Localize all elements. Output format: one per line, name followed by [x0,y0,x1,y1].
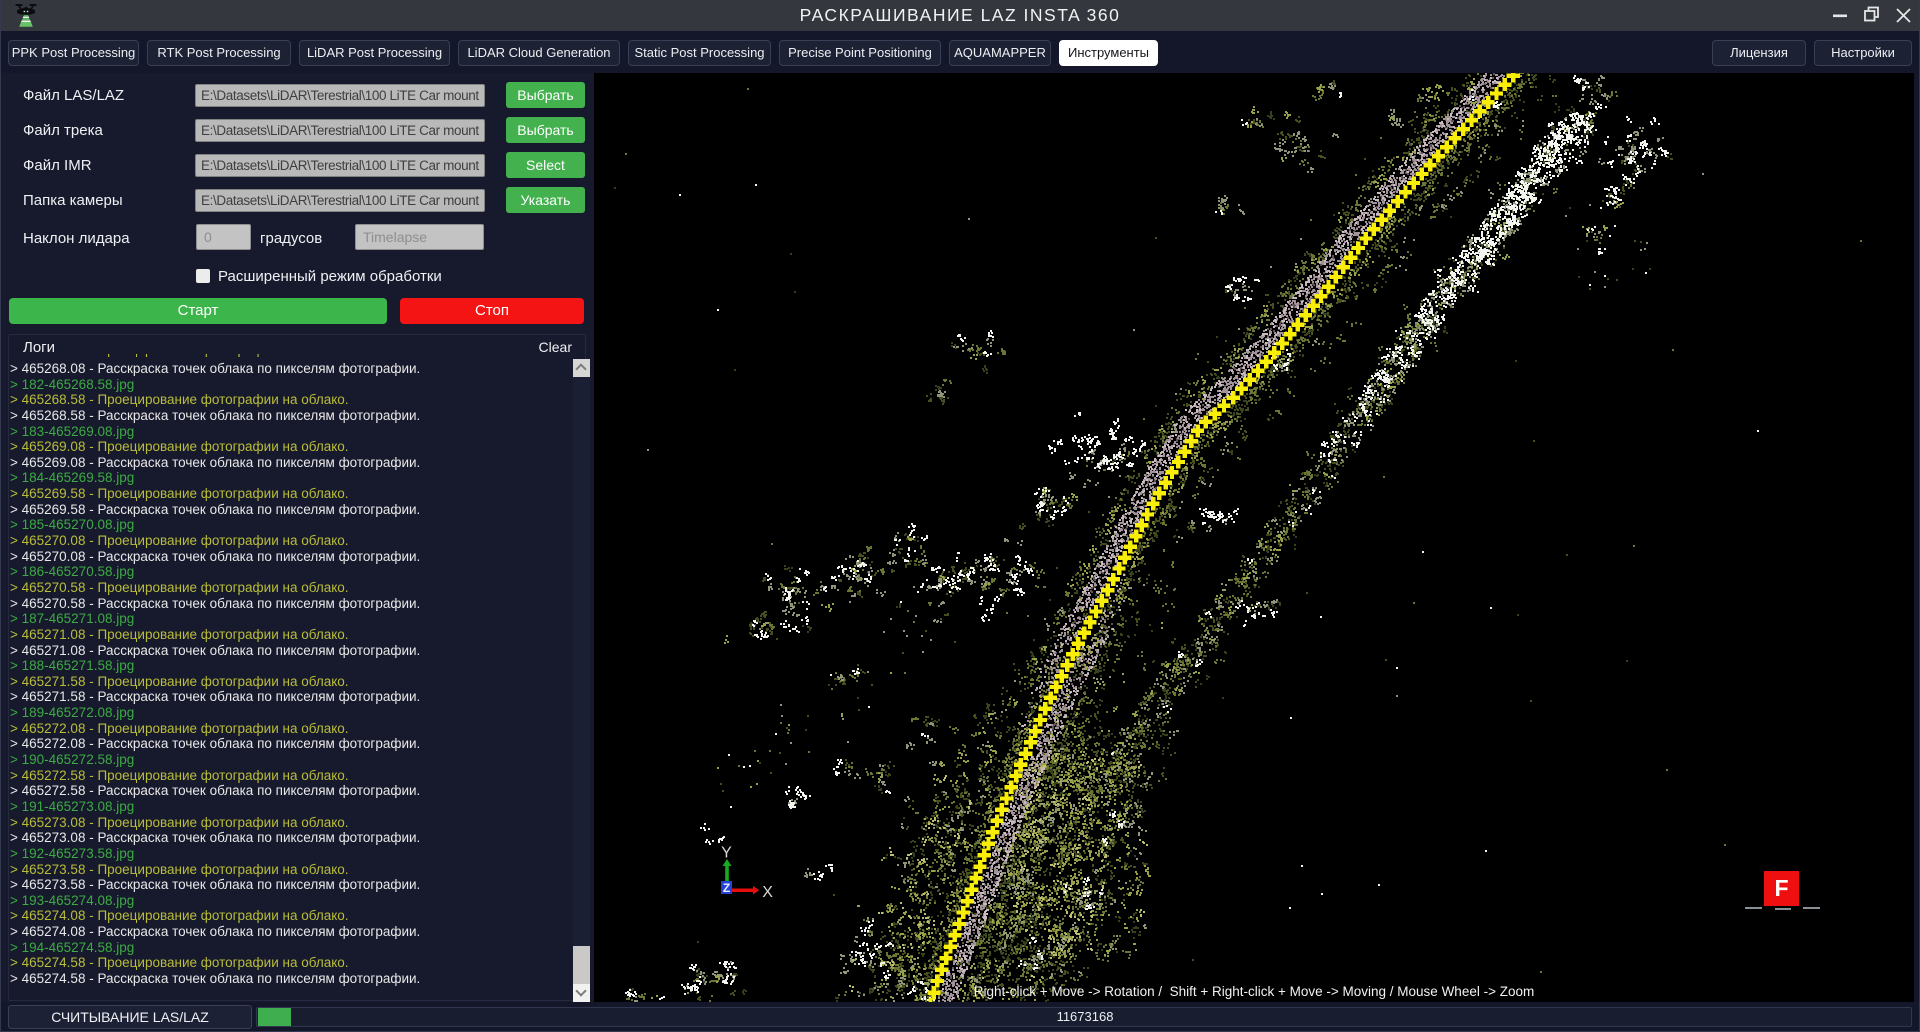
svg-text:X: X [762,884,773,901]
svg-text:Y: Y [721,845,732,862]
svg-text:Z: Z [723,881,730,895]
